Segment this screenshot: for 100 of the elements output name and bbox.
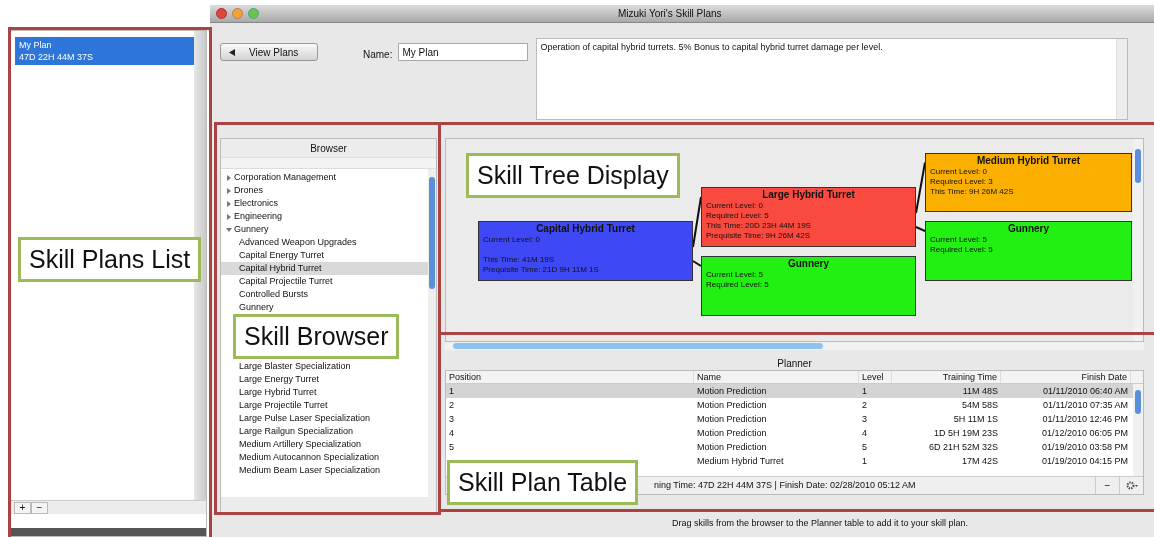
close-icon[interactable] (216, 8, 227, 19)
column-header[interactable]: Training Time (892, 371, 1001, 383)
tree-item[interactable]: Capital Projectile Turret (221, 275, 428, 288)
tree-item[interactable]: Capital Hybrid Turret (221, 262, 428, 275)
column-header[interactable]: Level (859, 371, 892, 383)
node-detail-text: Required Level: 5 (706, 280, 770, 290)
table-cell: 01/11/2010 12:46 PM (1042, 414, 1128, 424)
skill-node[interactable]: Gunnery Current Level: 5 Required Level: 5 (925, 221, 1132, 281)
table-cell: 3 (449, 414, 454, 424)
callout-label: Skill Browser (233, 314, 400, 359)
table-cell: 01/11/2010 06:40 AM (1043, 386, 1128, 396)
table-cell: 11M 48S (962, 386, 998, 396)
collapsed-triangle-icon[interactable] (226, 187, 232, 194)
node-detail-text: Current Level: 5 (930, 235, 988, 245)
table-cell: 1 (862, 456, 867, 466)
node-detail-text: Current Level: 0 (483, 235, 541, 245)
node-detail-text: Required Level: 5 (930, 245, 994, 255)
callout-label: Skill Tree Display (466, 153, 680, 198)
column-header[interactable]: Position (446, 371, 694, 383)
browser-header: Browser (309, 142, 348, 156)
left-arrow-icon (229, 48, 235, 56)
name-label: Name: (363, 48, 393, 62)
tree-item[interactable]: Large Energy Turret (221, 373, 428, 386)
remove-button[interactable]: − (31, 501, 48, 514)
table-cell: 1 (449, 386, 454, 396)
tree-item[interactable]: Capital Energy Turret (221, 249, 428, 262)
table-cell: 6D 21H 52M 32S (928, 442, 998, 452)
expanded-triangle-icon[interactable] (226, 226, 232, 233)
zoom-icon[interactable] (248, 8, 259, 19)
table-cell: 1 (862, 386, 867, 396)
table-cell: Motion Prediction (697, 442, 767, 452)
table-cell: 4 (862, 428, 867, 438)
tree-item[interactable]: Advanced Weapon Upgrades (221, 236, 428, 249)
node-detail-text: This Time: 9H 26M 42S (930, 187, 1015, 197)
scrollbar[interactable] (194, 31, 206, 500)
collapsed-triangle-icon[interactable] (226, 200, 232, 207)
column-header[interactable]: Finish Date (1001, 371, 1131, 383)
connector-line (915, 161, 926, 214)
tree-category[interactable]: Engineering (221, 210, 428, 223)
tree-category[interactable]: Drones (221, 184, 428, 197)
tree-item[interactable]: Medium Artillery Specialization (221, 438, 428, 451)
skill-node[interactable]: Gunnery Current Level: 5 Required Level: 5 (701, 256, 916, 316)
skill-node[interactable]: Medium Hybrid Turret Current Level: 0 Required Level: 3 This Time: 9H 26M 42S (925, 153, 1132, 212)
tree-item[interactable]: Large Blaster Specialization (221, 360, 428, 373)
scrollbar[interactable] (1116, 39, 1128, 119)
node-detail-text: Prequisite Time: 21D 9H 11M 1S (483, 265, 600, 275)
tree-item[interactable]: Medium Beam Laser Specialization (221, 464, 428, 477)
connector-line (915, 226, 926, 232)
plan-list-item[interactable]: My Plan 47D 22H 44M 37S (15, 37, 194, 65)
window-title: Mizuki Yori's Skill Plans (618, 7, 722, 21)
table-cell: Motion Prediction (697, 414, 767, 424)
tree-category[interactable]: Electronics (221, 197, 428, 210)
add-button[interactable]: + (14, 501, 31, 514)
name-field[interactable]: My Plan (398, 43, 529, 61)
column-header[interactable]: Name (694, 371, 859, 383)
table-cell: 01/19/2010 04:15 PM (1041, 456, 1128, 466)
tree-item[interactable]: Controlled Bursts (221, 288, 428, 301)
view-plans-button[interactable]: View Plans (220, 43, 318, 61)
description-text: Operation of capital hybrid turrets. 5% Bonus to capital hybrid turret damage per level. (539, 41, 884, 54)
status-text: ning Time: 47D 22H 44M 37S | Finish Date: 02/28/2010 05:12 AM (654, 478, 917, 492)
table-cell: Medium Hybrid Turret (697, 456, 784, 466)
table-cell: 01/12/2010 06:05 PM (1041, 428, 1128, 438)
tree-item[interactable]: Large Projectile Turret (221, 399, 428, 412)
tree-category[interactable]: Gunnery (221, 223, 428, 236)
callout-label: Skill Plans List (18, 237, 202, 282)
callout-label: Skill Plan Table (447, 460, 639, 505)
table-cell: 2 (862, 400, 867, 410)
table-cell: 4 (449, 428, 454, 438)
tree-item[interactable]: Large Pulse Laser Specialization (221, 412, 428, 425)
scrollbar[interactable] (428, 169, 436, 497)
collapsed-triangle-icon[interactable] (226, 174, 232, 181)
collapsed-triangle-icon[interactable] (226, 213, 232, 220)
node-detail-text: This Time: 41M 19S (483, 255, 556, 265)
node-detail-text: Required Level: 5 (706, 211, 770, 221)
connector-line (692, 260, 702, 267)
remove-button[interactable]: − (1095, 477, 1119, 494)
table-cell: 3 (862, 414, 867, 424)
table-cell: 5 (862, 442, 867, 452)
table-cell: 01/19/2010 03:58 PM (1041, 442, 1128, 452)
table-row[interactable]: 1 Motion Prediction 1 11M 48S 01/11/2010 06:40 AM (446, 384, 1133, 398)
node-detail-text: Current Level: 0 (930, 167, 988, 177)
connector-line (692, 196, 702, 248)
description-box[interactable]: Operation of capital hybrid turrets. 5% Bonus to capital hybrid turret damage per level. (536, 38, 1129, 120)
tree-item[interactable]: Gunnery (221, 301, 428, 314)
minimize-icon[interactable] (232, 8, 243, 19)
gear-icon (1125, 481, 1138, 490)
planner-header: Planner (776, 357, 813, 370)
node-detail-text: This Time: 20D 23H 44M 19S (706, 221, 812, 231)
scrollbar[interactable] (1133, 139, 1143, 341)
scrollbar[interactable] (1133, 384, 1143, 476)
tree-category[interactable]: Corporation Management (221, 171, 428, 184)
scrollbar[interactable] (445, 342, 1144, 350)
hint-text: Drag skills from the browser to the Planner table to add it to your skill plan. (670, 517, 970, 530)
table-cell: 01/11/2010 07:35 AM (1043, 400, 1128, 410)
table-cell: 17M 42S (961, 456, 998, 466)
table-cell: 5H 11M 1S (953, 414, 998, 424)
tree-item[interactable]: Medium Autocannon Specialization (221, 451, 428, 464)
tree-item[interactable]: Large Railgun Specialization (221, 425, 428, 438)
skill-node[interactable]: Large Hybrid Turret Current Level: 0 Required Level: 5 This Time: 20D 23H 44M 19S Prequisite Time: 9H 26M 42S (701, 187, 916, 247)
tree-item[interactable]: Large Hybrid Turret (221, 386, 428, 399)
